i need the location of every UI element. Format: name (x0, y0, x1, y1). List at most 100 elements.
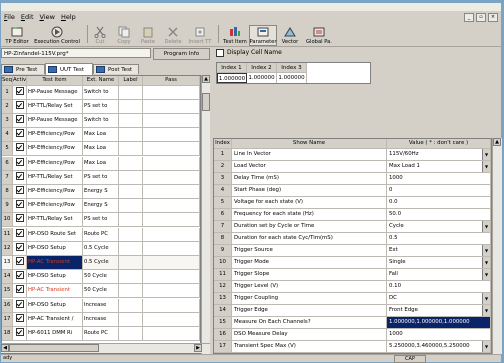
dropdown-arrow-icon[interactable]: ▼ (482, 148, 490, 160)
pass-cell[interactable] (143, 184, 200, 200)
display-cell-name-checkbox[interactable]: Display Cell Name (216, 48, 282, 57)
column-header-value[interactable]: Value ( * : don't care ) (387, 139, 491, 149)
index-value-3[interactable]: 1.000000 (277, 73, 307, 83)
checkmark-icon[interactable] (15, 129, 24, 138)
cut-button[interactable]: Cut (91, 23, 109, 45)
checkmark-icon[interactable] (15, 285, 24, 294)
checkbox-box[interactable] (216, 48, 224, 57)
test-item-cell[interactable]: HP-Efficiency/Pow (27, 184, 83, 200)
copy-button[interactable]: Copy (115, 23, 133, 45)
active-checkbox[interactable] (13, 241, 27, 256)
column-header-seq[interactable]: Seq. (2, 76, 13, 86)
vector-button[interactable]: Vector (279, 23, 301, 45)
table-row[interactable]: 17 Transient Spec Max (V) 5.250000,3.46000… (214, 340, 491, 353)
table-row[interactable]: 16 HP-DSO Setup Increase (2, 298, 200, 313)
program-info-button[interactable]: Program Info (153, 48, 210, 60)
test-grid-horizontal-scrollbar[interactable]: ◀ ▶ (1, 343, 210, 353)
table-row[interactable]: 9 Trigger Source Ext ▼ (214, 244, 491, 257)
table-row[interactable]: 2 HP-TTL/Relay Set PS set to (2, 99, 200, 114)
active-checkbox[interactable] (13, 312, 27, 327)
index-value-1[interactable]: 1.000000 (217, 73, 247, 83)
value-cell[interactable]: 0.10 (387, 280, 491, 293)
value-cell[interactable]: 0.0 (387, 196, 491, 209)
ext-name-cell[interactable]: Switch to (83, 85, 119, 100)
pass-cell[interactable] (143, 199, 200, 214)
checkmark-icon[interactable] (15, 171, 24, 180)
pass-cell[interactable] (143, 227, 200, 242)
active-checkbox[interactable] (13, 199, 27, 214)
table-row[interactable]: 18 HP-6011 DMM Ri Route PC (2, 326, 200, 342)
checkmark-icon[interactable] (15, 114, 24, 123)
active-checkbox[interactable] (13, 113, 27, 129)
dropdown-arrow-icon[interactable]: ▼ (482, 268, 490, 280)
pass-cell[interactable] (143, 170, 200, 185)
column-header-index[interactable]: Index (214, 139, 232, 149)
value-cell[interactable]: 1000 (387, 328, 491, 341)
test-item-cell[interactable]: HP-Efficiency/Pow (27, 199, 83, 214)
value-cell[interactable]: Single ▼ (387, 256, 491, 269)
label-cell[interactable] (119, 312, 143, 327)
table-row[interactable]: 16 DSO Measure Delay 1000 (214, 328, 491, 341)
test-item-cell[interactable]: HP-Pause Message (27, 85, 83, 100)
pass-cell[interactable] (143, 255, 200, 271)
pass-cell[interactable] (143, 99, 200, 114)
label-cell[interactable] (119, 170, 143, 185)
label-cell[interactable] (119, 326, 143, 342)
ext-name-cell[interactable]: 50 Cycle (83, 270, 119, 285)
value-cell[interactable]: 50.0 (387, 208, 491, 221)
scroll-left-arrow-icon[interactable]: ◀ (1, 344, 9, 352)
scroll-right-arrow-icon[interactable]: ▶ (194, 344, 202, 352)
checkmark-icon[interactable] (15, 185, 24, 194)
index-value-2[interactable]: 1.000000 (247, 73, 277, 83)
dropdown-arrow-icon[interactable]: ▼ (482, 292, 490, 304)
execution-control-button[interactable]: Execution Control (31, 23, 83, 45)
table-row[interactable]: 1 HP-Pause Message Switch to (2, 85, 200, 100)
table-row[interactable]: 13 HP-AC Transient 0.5 Cycle (2, 255, 200, 271)
active-checkbox[interactable] (13, 298, 27, 313)
dropdown-arrow-icon[interactable]: ▼ (482, 340, 490, 352)
value-cell[interactable]: DC ▼ (387, 292, 491, 305)
test-item-cell[interactable]: HP-TTL/Relay Set (27, 213, 83, 228)
table-row[interactable]: 15 Measure On Each Channels? 1.000000,1.00… (214, 316, 491, 329)
active-checkbox[interactable] (13, 128, 27, 143)
active-checkbox[interactable] (13, 284, 27, 299)
paste-button[interactable]: Paste (139, 23, 157, 45)
column-header-ext-name[interactable]: Ext. Name (83, 76, 119, 86)
test-item-cell[interactable]: HP-Efficiency/Pow (27, 156, 83, 171)
menu-view[interactable]: View (37, 13, 58, 21)
pass-cell[interactable] (143, 241, 200, 256)
test-item-cell[interactable]: HP-DSO Setup (27, 298, 83, 313)
ext-name-cell[interactable]: PS set to (83, 170, 119, 185)
test-item-cell[interactable]: HP-6011 DMM Ri (27, 326, 83, 342)
label-cell[interactable] (119, 99, 143, 114)
dropdown-arrow-icon[interactable]: ▼ (482, 304, 490, 316)
checkmark-icon[interactable] (15, 242, 24, 251)
active-checkbox[interactable] (13, 326, 27, 342)
parameter-button[interactable]: Parameter (249, 25, 277, 46)
scroll-thumb[interactable] (202, 93, 210, 111)
test-item-cell[interactable]: HP-Efficiency/Pow (27, 128, 83, 143)
ext-name-cell[interactable]: PS set to (83, 99, 119, 114)
checkmark-icon[interactable] (15, 157, 24, 166)
label-cell[interactable] (119, 156, 143, 171)
ext-name-cell[interactable]: Max Loa (83, 128, 119, 143)
table-row[interactable]: 17 HP-AC Transient / Increase (2, 312, 200, 327)
table-row[interactable]: 5 HP-Efficiency/Pow Max Loa (2, 142, 200, 157)
table-row[interactable]: 14 Trigger Edge Front Edge ▼ (214, 304, 491, 317)
pass-cell[interactable] (143, 213, 200, 228)
active-checkbox[interactable] (13, 213, 27, 228)
ext-name-cell[interactable]: Energy S (83, 199, 119, 214)
checkmark-icon[interactable] (15, 299, 24, 308)
active-checkbox[interactable] (13, 184, 27, 200)
checkmark-icon[interactable] (15, 200, 24, 209)
test-item-cell[interactable]: HP-AC Transient (27, 284, 83, 299)
pass-cell[interactable] (143, 270, 200, 285)
active-checkbox[interactable] (13, 156, 27, 171)
pass-cell[interactable] (143, 113, 200, 129)
label-cell[interactable] (119, 85, 143, 100)
test-item-cell[interactable]: HP-DSO Route Set (27, 227, 83, 242)
ext-name-cell[interactable]: Switch to (83, 113, 119, 129)
test-item-cell[interactable]: HP-TTL/Relay Set (27, 99, 83, 114)
pass-cell[interactable] (143, 142, 200, 157)
table-row[interactable]: 10 Trigger Mode Single ▼ (214, 256, 491, 269)
